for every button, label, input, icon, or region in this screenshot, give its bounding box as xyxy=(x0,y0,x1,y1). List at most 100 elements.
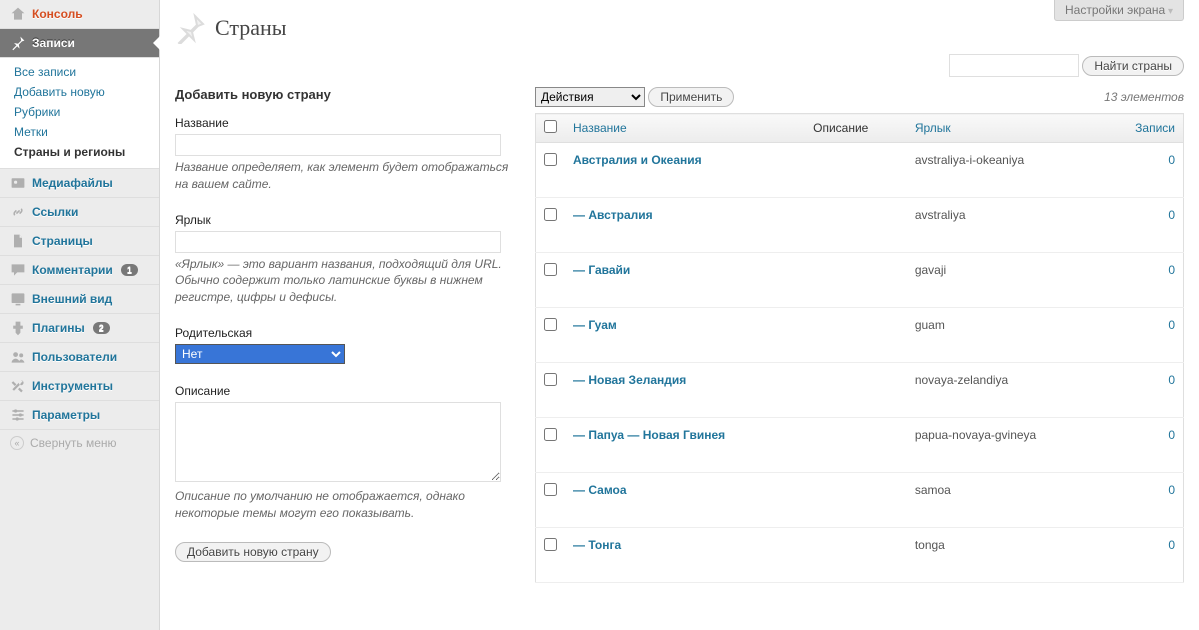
pin-icon xyxy=(10,35,26,51)
tools-icon xyxy=(10,378,26,394)
term-posts-link[interactable]: 0 xyxy=(1168,538,1175,552)
search-button[interactable]: Найти страны xyxy=(1082,56,1184,76)
term-desc xyxy=(805,473,907,528)
bulk-apply-button[interactable]: Применить xyxy=(648,87,734,107)
row-checkbox[interactable] xyxy=(544,208,557,221)
slug-label: Ярлык xyxy=(175,213,515,227)
term-slug: papua-novaya-gvineya xyxy=(907,418,1103,473)
page-title: Страны xyxy=(175,0,1184,54)
term-slug: samoa xyxy=(907,473,1103,528)
submenu-countries[interactable]: Страны и регионы xyxy=(0,142,159,162)
table-row: — Гуам guam 0 xyxy=(536,308,1184,363)
term-slug: avstraliya xyxy=(907,198,1103,253)
sidebar-item-pages[interactable]: Страницы xyxy=(0,227,159,256)
term-desc xyxy=(805,363,907,418)
term-slug: guam xyxy=(907,308,1103,363)
term-name-link[interactable]: — Самоа xyxy=(573,483,627,497)
col-name[interactable]: Название xyxy=(573,121,627,135)
term-slug: tonga xyxy=(907,528,1103,583)
items-count: 13 элементов xyxy=(1104,90,1184,104)
row-checkbox[interactable] xyxy=(544,428,557,441)
term-posts-link[interactable]: 0 xyxy=(1168,318,1175,332)
sidebar-item-tools[interactable]: Инструменты xyxy=(0,372,159,401)
term-slug: avstraliya-i-okeaniya xyxy=(907,143,1103,198)
submenu-categories[interactable]: Рубрики xyxy=(0,102,159,122)
page-icon xyxy=(10,233,26,249)
sidebar-item-appearance[interactable]: Внешний вид xyxy=(0,285,159,314)
sidebar-item-label: Консоль xyxy=(32,7,83,21)
term-name-link[interactable]: — Австралия xyxy=(573,208,653,222)
row-checkbox[interactable] xyxy=(544,373,557,386)
name-input[interactable] xyxy=(175,134,501,156)
bulk-actions-select[interactable]: Действия xyxy=(535,87,645,107)
sidebar-item-settings[interactable]: Параметры xyxy=(0,401,159,430)
table-row: — Самоа samoa 0 xyxy=(536,473,1184,528)
desc-textarea[interactable] xyxy=(175,402,501,482)
table-row: — Новая Зеландия novaya-zelandiya 0 xyxy=(536,363,1184,418)
collapse-label: Свернуть меню xyxy=(30,436,117,450)
slug-desc: «Ярлык» — это вариант названия, подходящ… xyxy=(175,256,515,306)
row-checkbox[interactable] xyxy=(544,483,557,496)
row-checkbox[interactable] xyxy=(544,538,557,551)
submenu-tags[interactable]: Метки xyxy=(0,122,159,142)
submit-button[interactable]: Добавить новую страну xyxy=(175,542,331,562)
term-desc xyxy=(805,253,907,308)
name-label: Название xyxy=(175,116,515,130)
screen-options-toggle[interactable]: Настройки экрана xyxy=(1054,0,1184,21)
sidebar-item-media[interactable]: Медиафайлы xyxy=(0,169,159,198)
row-checkbox[interactable] xyxy=(544,318,557,331)
term-posts-link[interactable]: 0 xyxy=(1168,153,1175,167)
term-desc xyxy=(805,143,907,198)
comments-badge: 1 xyxy=(121,264,138,276)
col-slug[interactable]: Ярлык xyxy=(915,121,951,135)
admin-sidebar: Консоль Записи Все записи Добавить новую… xyxy=(0,0,160,630)
sidebar-item-label: Пользователи xyxy=(32,350,117,364)
page-title-text: Страны xyxy=(215,15,287,41)
search-input[interactable] xyxy=(949,54,1079,77)
link-icon xyxy=(10,204,26,220)
sidebar-item-label: Инструменты xyxy=(32,379,113,393)
sidebar-item-dashboard[interactable]: Консоль xyxy=(0,0,159,29)
term-name-link[interactable]: — Гуам xyxy=(573,318,617,332)
term-name-link[interactable]: Австралия и Океания xyxy=(573,153,702,167)
sidebar-item-label: Плагины xyxy=(32,321,85,335)
sidebar-item-posts[interactable]: Записи xyxy=(0,29,159,58)
desc-label: Описание xyxy=(175,384,515,398)
term-name-link[interactable]: — Новая Зеландия xyxy=(573,373,686,387)
sidebar-item-label: Записи xyxy=(32,36,75,50)
term-desc xyxy=(805,418,907,473)
pushpin-icon xyxy=(175,12,207,44)
term-slug: gavaji xyxy=(907,253,1103,308)
terms-table: Название Описание Ярлык Записи Австралия… xyxy=(535,113,1184,583)
collapse-menu[interactable]: « Свернуть меню xyxy=(0,430,159,456)
sidebar-item-links[interactable]: Ссылки xyxy=(0,198,159,227)
plugin-icon xyxy=(10,320,26,336)
term-slug: novaya-zelandiya xyxy=(907,363,1103,418)
sidebar-item-label: Страницы xyxy=(32,234,93,248)
submenu-add-new[interactable]: Добавить новую xyxy=(0,82,159,102)
row-checkbox[interactable] xyxy=(544,263,557,276)
sidebar-item-comments[interactable]: Комментарии 1 xyxy=(0,256,159,285)
desc-desc: Описание по умолчанию не отображается, о… xyxy=(175,488,515,522)
term-posts-link[interactable]: 0 xyxy=(1168,263,1175,277)
term-name-link[interactable]: — Гавайи xyxy=(573,263,630,277)
col-posts[interactable]: Записи xyxy=(1135,121,1175,135)
term-posts-link[interactable]: 0 xyxy=(1168,428,1175,442)
term-desc xyxy=(805,528,907,583)
row-checkbox[interactable] xyxy=(544,153,557,166)
slug-input[interactable] xyxy=(175,231,501,253)
term-posts-link[interactable]: 0 xyxy=(1168,373,1175,387)
term-posts-link[interactable]: 0 xyxy=(1168,483,1175,497)
term-posts-link[interactable]: 0 xyxy=(1168,208,1175,222)
home-icon xyxy=(10,6,26,22)
term-name-link[interactable]: — Тонга xyxy=(573,538,621,552)
sidebar-item-plugins[interactable]: Плагины 2 xyxy=(0,314,159,343)
sidebar-item-label: Параметры xyxy=(32,408,100,422)
term-desc xyxy=(805,198,907,253)
sidebar-item-users[interactable]: Пользователи xyxy=(0,343,159,372)
parent-select[interactable]: Нет xyxy=(175,344,345,364)
term-name-link[interactable]: — Папуа — Новая Гвинея xyxy=(573,428,725,442)
select-all-checkbox[interactable] xyxy=(544,120,557,133)
media-icon xyxy=(10,175,26,191)
submenu-all-posts[interactable]: Все записи xyxy=(0,62,159,82)
